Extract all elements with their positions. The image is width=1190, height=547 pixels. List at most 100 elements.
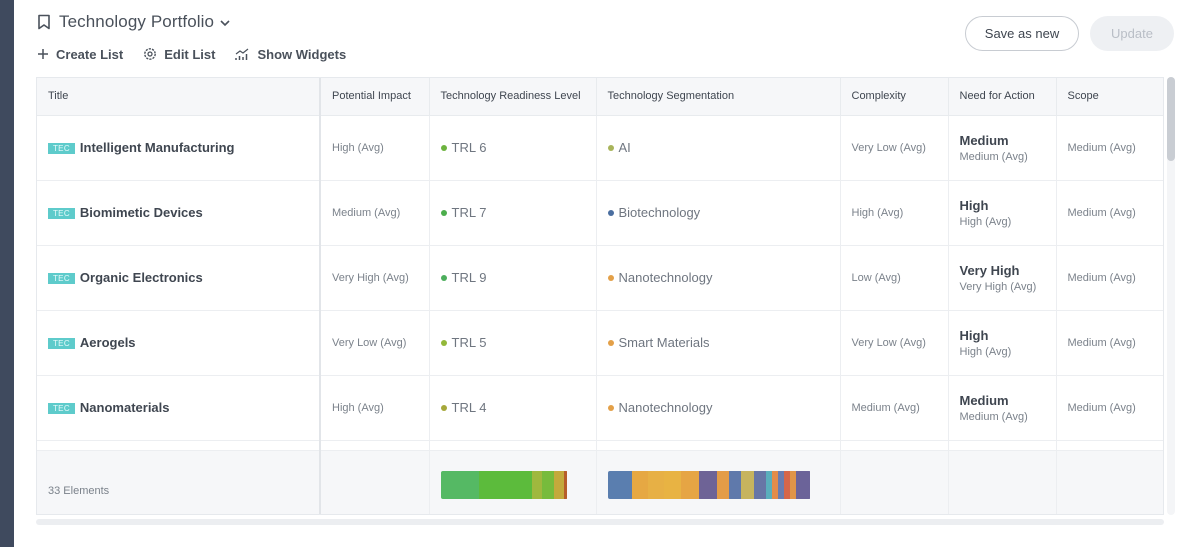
segment-bar-segment[interactable] [796, 470, 811, 499]
segment-value: Nanotechnology [618, 270, 713, 285]
segment-cell: Nanotechnology [596, 375, 841, 441]
segment-bar-segment[interactable] [741, 470, 754, 499]
row-title[interactable]: Aerogels [80, 335, 136, 350]
trl-bar-segment[interactable] [478, 470, 532, 499]
edit-list-button[interactable]: Edit List [143, 47, 215, 62]
save-as-new-button[interactable]: Save as new [965, 16, 1079, 51]
column-header-potential-impact[interactable]: Potential Impact [320, 78, 430, 116]
title-cell[interactable]: TEC Nanomaterials [37, 375, 321, 441]
segment-dot-icon [607, 275, 614, 281]
impact-cell: High (Avg) [320, 115, 430, 181]
spacer-row [37, 440, 1163, 451]
column-header-segmentation[interactable]: Technology Segmentation [596, 78, 841, 116]
trl-dot-icon [440, 145, 447, 151]
page-title[interactable]: Technology Portfolio [59, 12, 214, 32]
segment-bar-segment[interactable] [607, 470, 632, 499]
trl-dot-icon [440, 405, 447, 411]
segment-bar-segment[interactable] [631, 470, 649, 499]
need-for-action-cell: High High (Avg) [948, 180, 1057, 246]
segment-bar-segment[interactable] [717, 470, 730, 499]
table-row[interactable]: TEC Intelligent Manufacturing High (Avg) TR… [37, 115, 1163, 181]
column-header-scope[interactable]: Scope [1056, 78, 1163, 116]
impact-cell: Medium (Avg) [320, 180, 430, 246]
nfa-avg: Medium (Avg) [959, 150, 1028, 163]
segment-value: Biotechnology [618, 205, 701, 220]
table-row[interactable]: TEC Biomimetic Devices Medium (Avg) TRL 7 Bi… [37, 180, 1163, 246]
tec-badge: TEC [48, 273, 75, 284]
trl-value: TRL 7 [451, 205, 487, 220]
segment-bar-segment[interactable] [698, 470, 718, 499]
portfolio-table: Title Potential Impact Technology Readin… [36, 77, 1164, 515]
tec-badge: TEC [48, 403, 75, 414]
title-cell[interactable]: TEC Biomimetic Devices [37, 180, 321, 246]
segment-cell: Smart Materials [596, 310, 841, 376]
create-list-label: Create List [56, 46, 124, 62]
trl-bar-segment[interactable] [531, 470, 543, 499]
trl-bar-segment[interactable] [542, 470, 554, 499]
nfa-avg: Medium (Avg) [959, 410, 1028, 423]
scope-cell: Medium (Avg) [1056, 180, 1163, 246]
nfa-value: Medium [959, 132, 1009, 148]
vertical-scrollbar[interactable] [1167, 77, 1175, 515]
row-title[interactable]: Nanomaterials [80, 400, 170, 415]
trl-cell: TRL 9 [429, 245, 597, 311]
segment-cell: Nanotechnology [596, 245, 841, 311]
row-title[interactable]: Biomimetic Devices [80, 205, 203, 220]
column-header-need-for-action[interactable]: Need for Action [948, 78, 1057, 116]
nfa-value: Very High [959, 262, 1020, 278]
column-header-complexity[interactable]: Complexity [840, 78, 949, 116]
vertical-scrollbar-thumb[interactable] [1167, 77, 1175, 161]
segment-dot-icon [607, 145, 614, 151]
row-title[interactable]: Intelligent Manufacturing [80, 140, 235, 155]
tec-badge: TEC [48, 143, 75, 154]
need-for-action-cell: High High (Avg) [948, 310, 1057, 376]
table-row[interactable]: TEC Organic Electronics Very High (Avg) TRL… [37, 245, 1163, 311]
nfa-avg: High (Avg) [959, 345, 1012, 358]
trl-bar-segment[interactable] [553, 470, 564, 499]
trl-dot-icon [440, 275, 447, 281]
create-list-button[interactable]: Create List [37, 47, 123, 62]
footer-impact-cell [320, 449, 430, 514]
segment-bar-segment[interactable] [729, 470, 742, 499]
trl-cell: TRL 7 [429, 180, 597, 246]
column-header-title[interactable]: Title [37, 78, 321, 116]
column-header-trl[interactable]: Technology Readiness Level [429, 78, 597, 116]
horizontal-scrollbar[interactable] [36, 519, 1164, 525]
chart-icon [235, 48, 249, 60]
table-row[interactable]: TEC Aerogels Very Low (Avg) TRL 5 Smart Mate… [37, 310, 1163, 376]
chevron-down-icon[interactable] [219, 17, 231, 29]
element-count: 33 Elements [48, 484, 110, 497]
segment-bar-segment[interactable] [680, 470, 699, 499]
complexity-cell: Low (Avg) [840, 245, 949, 311]
left-nav-rail [0, 0, 14, 547]
trl-distribution-bar[interactable] [440, 470, 568, 499]
segment-bar-segment[interactable] [753, 470, 766, 499]
need-for-action-cell: Medium Medium (Avg) [948, 375, 1057, 441]
trl-dot-icon [440, 210, 447, 216]
nfa-value: High [959, 197, 989, 213]
nfa-value: Medium [959, 392, 1009, 408]
trl-cell: TRL 5 [429, 310, 597, 376]
footer-segment-cell [596, 449, 841, 514]
trl-value: TRL 5 [451, 335, 487, 350]
segment-distribution-bar[interactable] [607, 470, 811, 499]
segment-value: Nanotechnology [618, 400, 713, 415]
title-cell[interactable]: TEC Intelligent Manufacturing [37, 115, 321, 181]
trl-cell: TRL 6 [429, 115, 597, 181]
scope-cell: Medium (Avg) [1056, 245, 1163, 311]
update-button[interactable]: Update [1090, 16, 1174, 51]
title-cell[interactable]: TEC Organic Electronics [37, 245, 321, 311]
scope-cell: Medium (Avg) [1056, 375, 1163, 441]
table-row[interactable]: TEC Nanomaterials High (Avg) TRL 4 Nanotechn… [37, 375, 1163, 441]
tec-badge: TEC [48, 208, 75, 219]
show-widgets-button[interactable]: Show Widgets [235, 47, 346, 62]
segment-bar-segment[interactable] [664, 470, 681, 499]
trl-bar-segment[interactable] [440, 470, 479, 499]
row-title[interactable]: Organic Electronics [80, 270, 203, 285]
trl-bar-segment[interactable] [563, 470, 568, 499]
segment-cell: Biotechnology [596, 180, 841, 246]
edit-list-label: Edit List [164, 46, 216, 62]
footer-trl-cell [429, 449, 597, 514]
title-cell[interactable]: TEC Aerogels [37, 310, 321, 376]
segment-bar-segment[interactable] [648, 470, 665, 499]
